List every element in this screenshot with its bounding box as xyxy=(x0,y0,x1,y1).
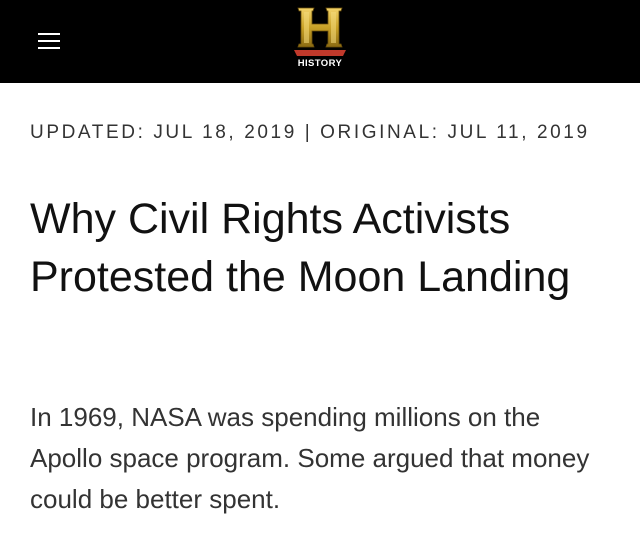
history-h-logo-icon xyxy=(294,7,346,56)
menu-line xyxy=(38,47,60,49)
article-dateline: UPDATED: JUL 18, 2019 | ORIGINAL: JUL 11… xyxy=(30,122,590,143)
top-navigation-bar: HISTORY xyxy=(0,0,640,83)
article-dek: In 1969, NASA was spending millions on t… xyxy=(30,402,590,514)
menu-line xyxy=(38,40,60,42)
hamburger-menu-icon[interactable] xyxy=(38,30,62,52)
menu-line xyxy=(38,33,60,35)
article-title: Why Civil Rights Activists Protested the… xyxy=(30,195,571,301)
logo-wordmark: HISTORY xyxy=(297,58,343,69)
history-logo[interactable]: HISTORY xyxy=(288,6,352,70)
